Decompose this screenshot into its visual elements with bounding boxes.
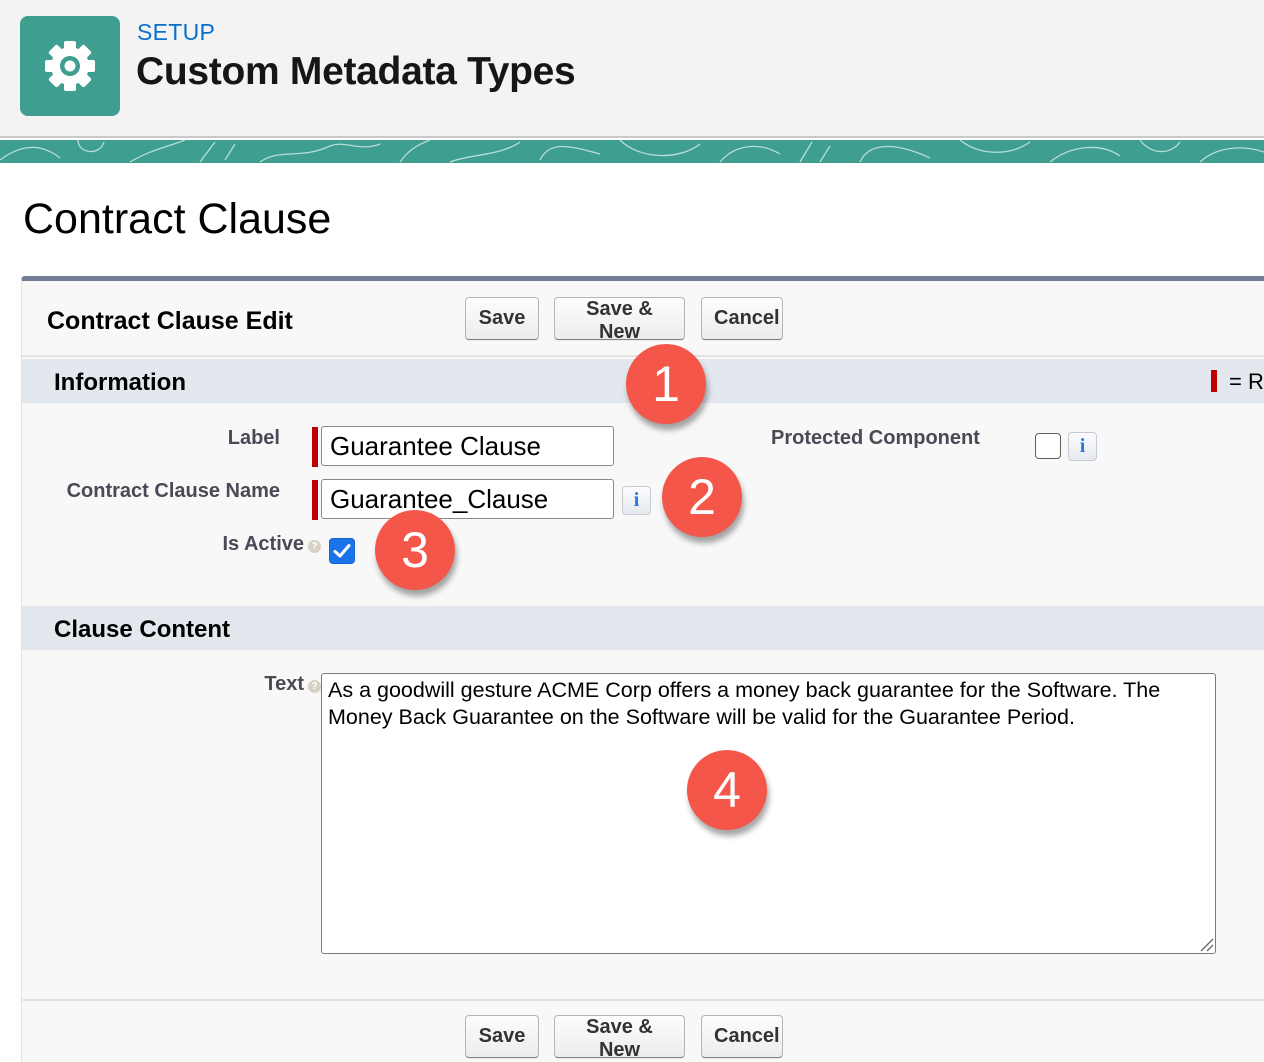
setup-eyebrow: SETUP <box>137 19 216 45</box>
step-callout-1: 1 <box>626 344 706 424</box>
help-icon[interactable]: ? <box>308 680 321 693</box>
step-callout-3: 3 <box>375 510 455 590</box>
text-label-text: Text <box>264 673 304 695</box>
divider <box>22 999 1264 1001</box>
required-marker-icon <box>1211 370 1217 392</box>
required-legend-text: = R <box>1229 369 1264 394</box>
help-icon[interactable]: ? <box>308 540 321 553</box>
label-input[interactable] <box>321 426 614 466</box>
save-button-bottom[interactable]: Save <box>465 1015 539 1058</box>
required-marker-icon <box>312 480 318 520</box>
resize-grip-icon[interactable] <box>1198 936 1214 952</box>
is-active-checkbox[interactable] <box>329 538 355 564</box>
is-active-label-text: Is Active <box>222 533 304 555</box>
save-new-button-top[interactable]: Save & New <box>554 297 685 343</box>
section-clause-content-title: Clause Content <box>54 616 231 643</box>
setup-header: SETUP Custom Metadata Types <box>0 0 1264 138</box>
info-icon[interactable]: i <box>1068 432 1097 461</box>
checkmark-icon <box>333 544 351 558</box>
clause-text-textarea[interactable]: As a goodwill gesture ACME Corp offers a… <box>321 673 1216 954</box>
setup-icon-tile <box>20 16 120 116</box>
step-callout-4: 4 <box>687 750 767 830</box>
save-new-button-bottom[interactable]: Save & New <box>554 1015 685 1061</box>
protected-component-label: Protected Component <box>771 427 980 449</box>
setup-title: Custom Metadata Types <box>136 50 576 93</box>
section-information-title: Information <box>54 369 186 396</box>
contract-clause-name-label: Contract Clause Name <box>66 480 280 502</box>
gear-icon <box>45 41 95 91</box>
section-clause-content-header: Clause Content <box>22 606 1264 650</box>
page-title: Contract Clause <box>23 195 332 243</box>
edit-form-header: Contract Clause Edit Save Save & New Can… <box>22 281 1264 357</box>
text-field-label: Text? <box>264 673 321 696</box>
info-icon[interactable]: i <box>622 486 651 515</box>
save-button-top[interactable]: Save <box>465 297 539 340</box>
label-field-label: Label <box>227 427 280 449</box>
decorative-banner <box>0 140 1264 163</box>
contract-clause-name-input[interactable] <box>321 479 614 519</box>
cancel-button-top[interactable]: Cancel <box>701 297 783 340</box>
edit-form-title: Contract Clause Edit <box>47 307 293 335</box>
is-active-label: Is Active? <box>222 533 321 556</box>
cancel-button-bottom[interactable]: Cancel <box>701 1015 783 1058</box>
required-legend: = R <box>1211 369 1264 395</box>
protected-component-checkbox[interactable] <box>1035 433 1061 459</box>
step-callout-2: 2 <box>662 457 742 537</box>
required-marker-icon <box>312 427 318 467</box>
